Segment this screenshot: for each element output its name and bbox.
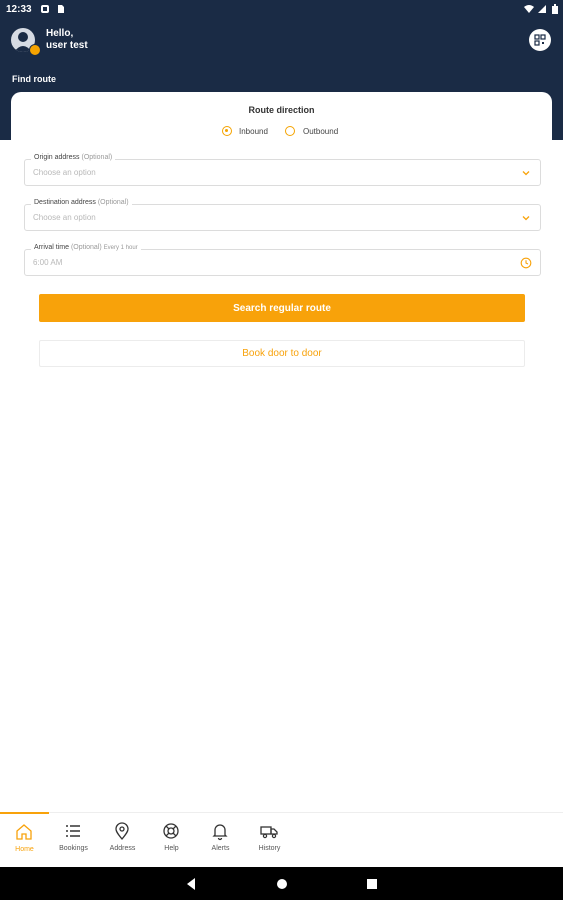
nav-label-history: History: [258, 845, 281, 852]
origin-optional-text: (Optional): [81, 154, 113, 161]
nav-label-home: Home: [15, 846, 34, 853]
nav-item-home[interactable]: Home: [0, 812, 49, 869]
home-circle-icon[interactable]: [275, 877, 289, 891]
status-time: 12:33: [6, 4, 32, 15]
chevron-down-icon: [522, 171, 530, 176]
signal-icon: [538, 5, 546, 13]
edit-badge-icon: [29, 44, 41, 56]
origin-address-select[interactable]: Origin address (Optional) Choose an opti…: [24, 154, 541, 186]
section-title: Find route: [12, 74, 56, 84]
inbound-label[interactable]: Inbound: [239, 127, 268, 136]
outbound-label[interactable]: Outbound: [303, 127, 338, 136]
bell-icon: [212, 824, 228, 841]
destination-placeholder: Choose an option: [33, 213, 96, 222]
sim-card-icon: [58, 5, 64, 13]
route-direction-card: Route direction Inbound Outbound: [11, 92, 552, 152]
greeting-username: user test: [46, 40, 88, 51]
origin-address-label: Origin address (Optional): [31, 154, 116, 161]
outbound-radio[interactable]: [285, 126, 295, 136]
truck-icon: [260, 826, 278, 839]
search-regular-route-button[interactable]: Search regular route: [39, 294, 525, 322]
recents-icon[interactable]: [365, 877, 379, 891]
arrival-label-text: Arrival time: [34, 244, 70, 251]
nav-label-address: Address: [109, 845, 136, 852]
clock-icon[interactable]: [520, 257, 532, 269]
book-door-to-door-button[interactable]: Book door to door: [39, 340, 525, 367]
nav-item-bookings[interactable]: Bookings: [49, 813, 98, 868]
lifebuoy-icon: [163, 823, 179, 839]
destination-optional-text: (Optional): [97, 199, 129, 206]
system-nav-bar: [0, 867, 563, 900]
qr-code-button[interactable]: [529, 29, 551, 51]
arrival-time-value: 6:00 AM: [33, 258, 63, 267]
nav-item-help[interactable]: Help: [147, 813, 196, 868]
inbound-radio[interactable]: [222, 126, 232, 136]
greeting-hello: Hello,: [46, 28, 74, 39]
nav-label-help: Help: [164, 845, 179, 852]
home-icon: [16, 824, 32, 840]
nav-label-alerts: Alerts: [211, 845, 230, 852]
wifi-icon: [524, 5, 534, 13]
nav-item-history[interactable]: History: [245, 813, 294, 868]
nav-item-alerts[interactable]: Alerts: [196, 813, 245, 868]
bottom-nav: Home Bookings Address Help Alerts Histor…: [0, 812, 563, 868]
destination-label-text: Destination address: [34, 199, 96, 206]
greeting: Hello, user test: [46, 28, 88, 52]
status-bar: 12:33: [0, 0, 563, 20]
notification-app-icon: [41, 5, 49, 13]
arrival-time-label: Arrival time (Optional) Every 1 hour: [31, 244, 141, 251]
qr-code-icon: [534, 34, 546, 46]
back-icon[interactable]: [184, 877, 198, 891]
location-pin-icon: [115, 822, 129, 841]
nav-label-bookings: Bookings: [59, 845, 88, 852]
list-icon: [66, 825, 80, 837]
arrival-optional-text: (Optional): [70, 244, 102, 251]
destination-address-label: Destination address (Optional): [31, 199, 132, 206]
destination-address-select[interactable]: Destination address (Optional) Choose an…: [24, 199, 541, 231]
route-direction-title: Route direction: [248, 105, 315, 115]
arrival-hint-text: Every 1 hour: [103, 245, 138, 251]
nav-item-address[interactable]: Address: [98, 813, 147, 868]
arrival-time-field[interactable]: Arrival time (Optional) Every 1 hour 6:0…: [24, 244, 541, 276]
battery-icon: [552, 4, 558, 14]
origin-label-text: Origin address: [34, 154, 80, 161]
chevron-down-icon: [522, 216, 530, 221]
origin-placeholder: Choose an option: [33, 168, 96, 177]
